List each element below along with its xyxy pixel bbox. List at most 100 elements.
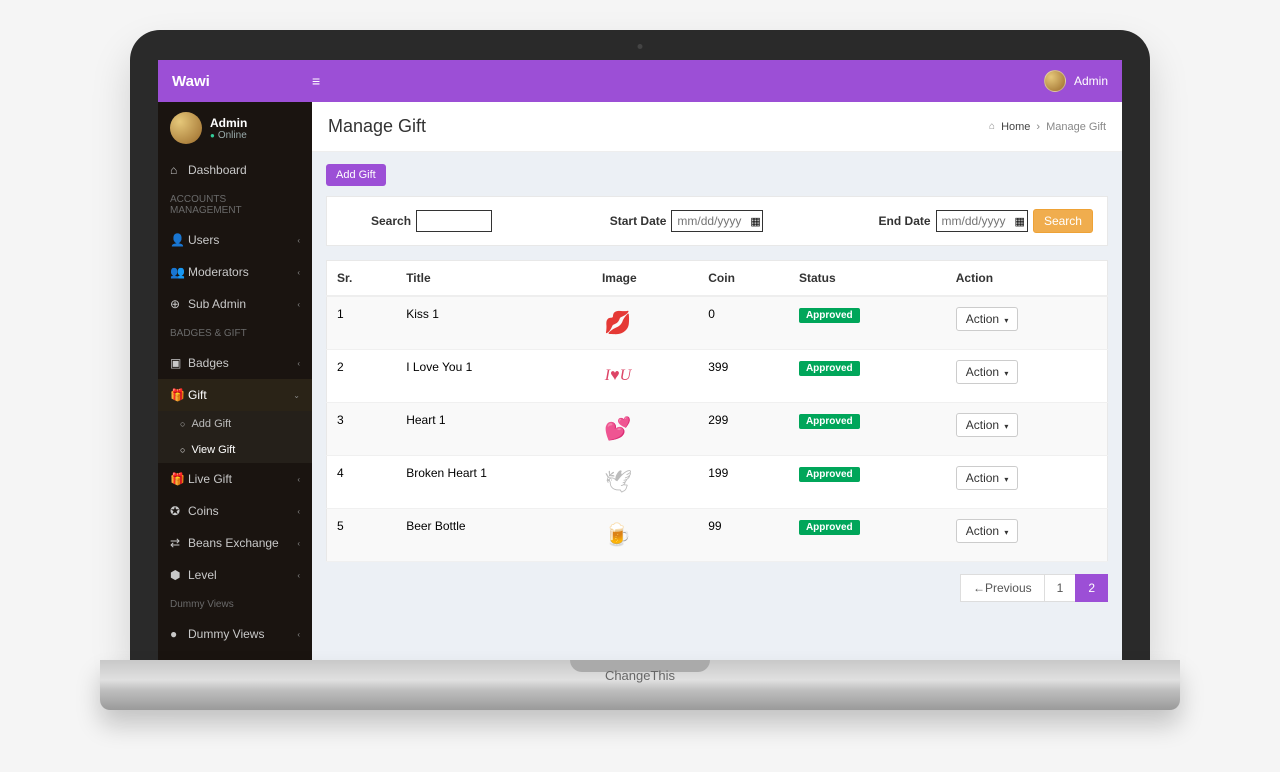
badge-icon: ▣ <box>170 356 188 370</box>
column-header: Coin <box>698 261 789 297</box>
column-header: Image <box>592 261 698 297</box>
sidebar-user: Admin ●Online <box>158 102 312 154</box>
page-title: Manage Gift <box>328 116 426 137</box>
cell-coin: 0 <box>698 296 789 350</box>
sidebar-item-moderators[interactable]: 👥Moderators‹ <box>158 256 312 288</box>
status-badge: Approved <box>799 414 860 429</box>
action-dropdown-button[interactable]: Action ▾ <box>956 307 1019 331</box>
start-date-input[interactable] <box>671 210 763 232</box>
add-gift-button[interactable]: Add Gift <box>326 164 386 186</box>
sidebar-header-dummy: Dummy Views <box>158 591 312 618</box>
content: Manage Gift ⌂ Home › Manage Gift Add Gif… <box>312 102 1122 660</box>
search-button[interactable]: Search <box>1033 209 1093 233</box>
dot-icon: ● <box>170 627 188 641</box>
sidebar-item-coins[interactable]: ✪Coins‹ <box>158 495 312 527</box>
sidebar-sub-add-gift[interactable]: ○Add Gift <box>158 411 312 437</box>
cell-sr: 4 <box>327 456 397 509</box>
action-dropdown-button[interactable]: Action ▾ <box>956 466 1019 490</box>
end-date-input[interactable] <box>936 210 1028 232</box>
cell-image: 🕊 <box>592 456 698 509</box>
top-user-name: Admin <box>1074 74 1108 88</box>
home-icon: ⌂ <box>989 121 995 132</box>
avatar <box>1044 70 1066 92</box>
cell-action: Action ▾ <box>946 403 1108 456</box>
chevron-left-icon: ‹ <box>297 571 300 580</box>
sidebar: Admin ●Online ⌂ Dashboard ACCOUNTS MANAG… <box>158 102 312 660</box>
table-row: 1Kiss 1💋0ApprovedAction ▾ <box>327 296 1108 350</box>
column-header: Action <box>946 261 1108 297</box>
filter-bar: Search Start Date ▦ End Date <box>326 196 1108 246</box>
action-dropdown-button[interactable]: Action ▾ <box>956 519 1019 543</box>
level-icon: ⬢ <box>170 568 188 582</box>
sidebar-item-level[interactable]: ⬢Level‹ <box>158 559 312 591</box>
action-dropdown-button[interactable]: Action ▾ <box>956 413 1019 437</box>
sidebar-header-badges: BADGES & GIFT <box>158 320 312 347</box>
cell-sr: 2 <box>327 350 397 403</box>
cell-action: Action ▾ <box>946 456 1108 509</box>
cell-status: Approved <box>789 509 946 562</box>
cell-coin: 99 <box>698 509 789 562</box>
sidebar-item-subadmin[interactable]: ⊕Sub Admin‹ <box>158 288 312 320</box>
cell-action: Action ▾ <box>946 296 1108 350</box>
chevron-left-icon: ‹ <box>297 236 300 245</box>
cell-sr: 3 <box>327 403 397 456</box>
brand: Wawi <box>172 73 312 90</box>
laptop-label: ChangeThis <box>100 668 1180 683</box>
sidebar-item-dashboard[interactable]: ⌂ Dashboard <box>158 154 312 186</box>
cell-sr: 1 <box>327 296 397 350</box>
sidebar-item-beans[interactable]: ⇄Beans Exchange‹ <box>158 527 312 559</box>
gift-icon: 🎁 <box>170 388 188 402</box>
chevron-down-icon: ⌄ <box>293 391 300 400</box>
cell-status: Approved <box>789 403 946 456</box>
dashboard-icon: ⌂ <box>170 163 188 177</box>
breadcrumb-home[interactable]: Home <box>1001 121 1030 133</box>
cell-title: Heart 1 <box>396 403 592 456</box>
sidebar-sub-view-gift[interactable]: ○View Gift <box>158 437 312 463</box>
table-row: 2I Love You 1I♥U399ApprovedAction ▾ <box>327 350 1108 403</box>
status-badge: Approved <box>799 520 860 535</box>
status-badge: Approved <box>799 361 860 376</box>
gift-image-icon: 💕 <box>602 413 634 445</box>
sidebar-item-badges[interactable]: ▣Badges‹ <box>158 347 312 379</box>
topbar: Wawi ≡ Admin <box>158 60 1122 102</box>
cell-coin: 199 <box>698 456 789 509</box>
breadcrumb: ⌂ Home › Manage Gift <box>989 121 1106 133</box>
cell-title: Kiss 1 <box>396 296 592 350</box>
sidebar-item-livegift[interactable]: 🎁Live Gift‹ <box>158 463 312 495</box>
user-icon: 👤 <box>170 233 188 247</box>
page-prev-button[interactable]: ←Previous <box>960 574 1045 602</box>
cell-title: Broken Heart 1 <box>396 456 592 509</box>
search-input[interactable] <box>416 210 492 232</box>
pagination: ←Previous 1 2 <box>326 574 1108 602</box>
gift-image-icon: I♥U <box>602 360 634 392</box>
gift-icon: 🎁 <box>170 472 188 486</box>
globe-icon: ⊕ <box>170 297 188 311</box>
column-header: Sr. <box>327 261 397 297</box>
chevron-left-icon: ‹ <box>297 507 300 516</box>
chevron-left-icon: ‹ <box>297 539 300 548</box>
sidebar-item-users[interactable]: 👤Users‹ <box>158 224 312 256</box>
page-2-button[interactable]: 2 <box>1075 574 1108 602</box>
menu-toggle-icon[interactable]: ≡ <box>312 73 320 89</box>
column-header: Title <box>396 261 592 297</box>
table-row: 3Heart 1💕299ApprovedAction ▾ <box>327 403 1108 456</box>
sidebar-user-status: ●Online <box>210 130 247 141</box>
top-user-menu[interactable]: Admin <box>1044 70 1108 92</box>
table-row: 4Broken Heart 1🕊199Approved Action ▾ <box>327 456 1108 509</box>
sidebar-item-gift[interactable]: 🎁Gift⌄ <box>158 379 312 411</box>
users-icon: 👥 <box>170 265 188 279</box>
page-1-button[interactable]: 1 <box>1044 574 1077 602</box>
circle-icon: ○ <box>180 419 185 429</box>
sidebar-item-dummy[interactable]: ●Dummy Views‹ <box>158 618 312 650</box>
start-date-label: Start Date <box>610 214 667 228</box>
chevron-left-icon: ‹ <box>297 359 300 368</box>
cell-image: I♥U <box>592 350 698 403</box>
cell-status: Approved <box>789 456 946 509</box>
status-badge: Approved <box>799 308 860 323</box>
coin-icon: ✪ <box>170 504 188 518</box>
action-dropdown-button[interactable]: Action ▾ <box>956 360 1019 384</box>
chevron-left-icon: ‹ <box>297 300 300 309</box>
avatar <box>170 112 202 144</box>
end-date-label: End Date <box>879 214 931 228</box>
breadcrumb-current: Manage Gift <box>1046 121 1106 133</box>
